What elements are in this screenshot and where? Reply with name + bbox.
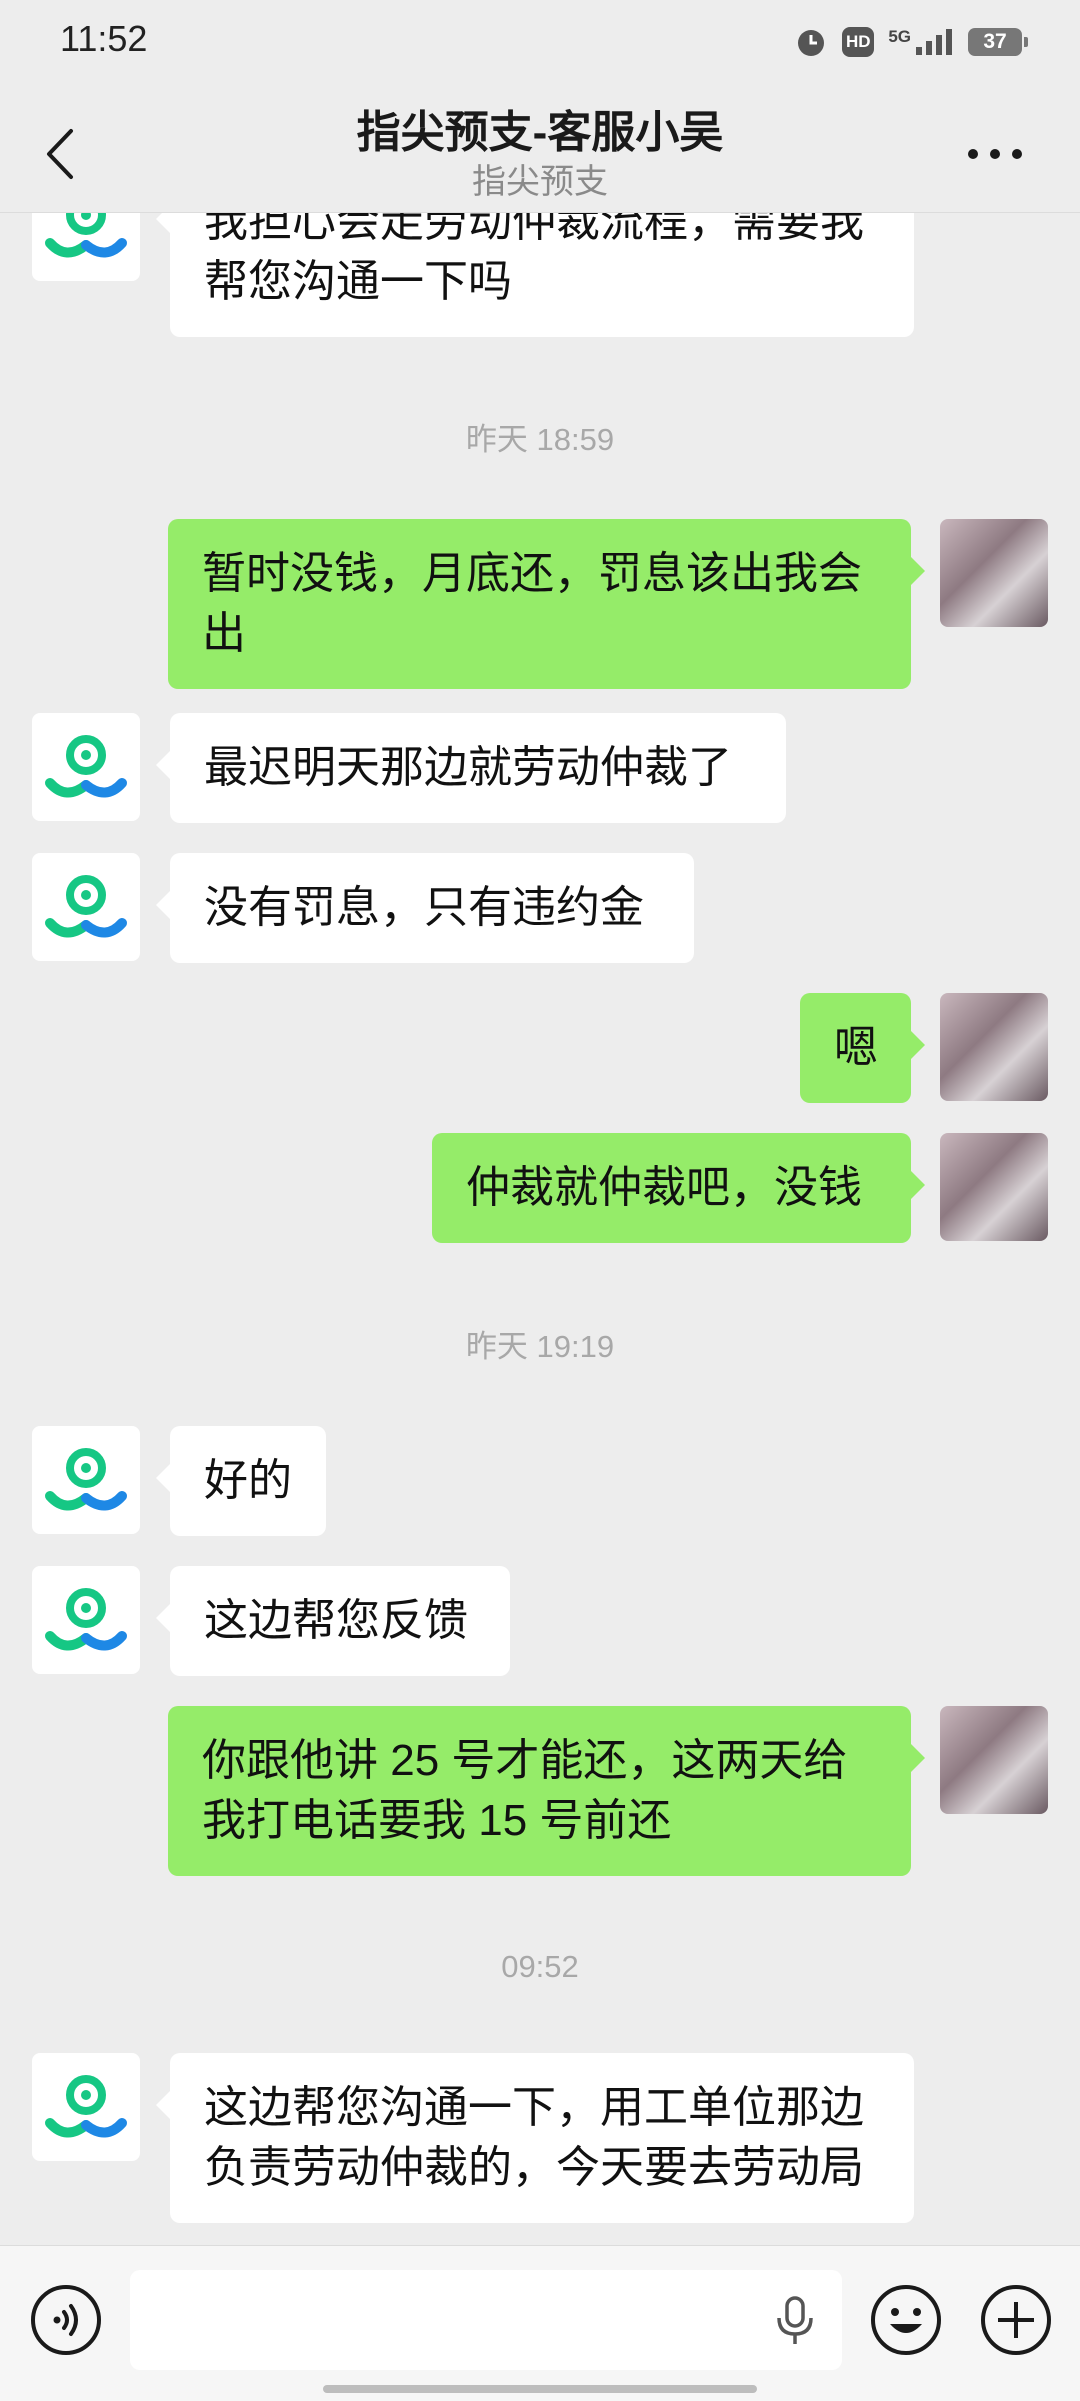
bot-avatar[interactable] bbox=[32, 1426, 140, 1534]
emoji-icon bbox=[871, 2285, 941, 2355]
signal-icon: 5G bbox=[888, 27, 954, 57]
alarm-icon bbox=[794, 25, 828, 59]
bot-avatar[interactable] bbox=[32, 1566, 140, 1674]
network-type: 5G bbox=[888, 27, 911, 46]
timestamp: 昨天 19:19 bbox=[465, 1329, 615, 1364]
bot-avatar[interactable] bbox=[32, 213, 140, 281]
chat-subtitle: 指尖预支 bbox=[472, 163, 608, 201]
bot-avatar[interactable] bbox=[32, 713, 140, 821]
bot-logo-icon bbox=[45, 2075, 127, 2138]
more-button[interactable] bbox=[950, 124, 1040, 184]
voice-icon bbox=[31, 2285, 101, 2355]
timestamp: 09:52 bbox=[501, 1949, 579, 1984]
input-bar bbox=[0, 2245, 1080, 2401]
user-avatar[interactable] bbox=[940, 1133, 1048, 1241]
emoji-button[interactable] bbox=[870, 2284, 942, 2356]
message-bubble[interactable]: 仲裁就仲裁吧，没钱 bbox=[432, 1133, 925, 1243]
user-avatar[interactable] bbox=[940, 1706, 1048, 1814]
message-bubble[interactable]: 暂时没钱，月底还，罚息该出我会出 bbox=[168, 519, 925, 689]
message-bubble[interactable]: 我担心会走劳动仲裁流程，需要我帮您沟通一下吗 bbox=[156, 213, 914, 337]
mic-icon[interactable] bbox=[772, 2296, 818, 2346]
home-indicator[interactable] bbox=[323, 2385, 757, 2393]
plus-icon bbox=[981, 2285, 1051, 2355]
user-avatar[interactable] bbox=[940, 993, 1048, 1101]
message-bubble[interactable]: 好的 bbox=[156, 1426, 326, 1536]
bot-logo-icon bbox=[45, 213, 127, 258]
message-bubble[interactable]: 嗯 bbox=[800, 993, 925, 1103]
bot-logo-icon bbox=[45, 875, 127, 938]
more-functions-button[interactable] bbox=[980, 2284, 1052, 2356]
message-bubble[interactable]: 你跟他讲 25 号才能还，这两天给我打电话要我 15 号前还 bbox=[168, 1706, 925, 1876]
message-bubble[interactable]: 这边帮您沟通一下，用工单位那边负责劳动仲裁的，今天要去劳动局 bbox=[156, 2053, 914, 2223]
bot-logo-icon bbox=[45, 1588, 127, 1651]
status-time: 11:52 bbox=[60, 18, 148, 59]
status-bar: 11:52 HD 5G 37 bbox=[0, 0, 1080, 80]
battery-icon: 37 bbox=[968, 28, 1028, 56]
bot-avatar[interactable] bbox=[32, 853, 140, 961]
chat-title: 指尖预支-客服小吴 bbox=[356, 108, 724, 157]
message-bubble[interactable]: 最迟明天那边就劳动仲裁了 bbox=[156, 713, 786, 823]
bot-logo-icon bbox=[45, 1448, 127, 1511]
message-input[interactable] bbox=[130, 2270, 842, 2370]
message-bubble[interactable]: 没有罚息，只有违约金 bbox=[156, 853, 694, 963]
status-icons: HD 5G 37 bbox=[794, 20, 1028, 64]
voice-button[interactable] bbox=[30, 2284, 102, 2356]
timestamp: 昨天 18:59 bbox=[465, 422, 615, 457]
bot-avatar[interactable] bbox=[32, 2053, 140, 2161]
message-list[interactable]: 我担心会走劳动仲裁流程，需要我帮您沟通一下吗 昨天 18:59 暂时没钱，月底还… bbox=[0, 213, 1080, 2245]
chat-header: 指尖预支-客服小吴 指尖预支 bbox=[0, 80, 1080, 213]
user-avatar[interactable] bbox=[940, 519, 1048, 627]
hd-icon: HD bbox=[842, 27, 875, 57]
more-icon bbox=[968, 149, 1022, 159]
message-bubble[interactable]: 这边帮您反馈 bbox=[156, 1566, 510, 1676]
bot-logo-icon bbox=[45, 735, 127, 798]
